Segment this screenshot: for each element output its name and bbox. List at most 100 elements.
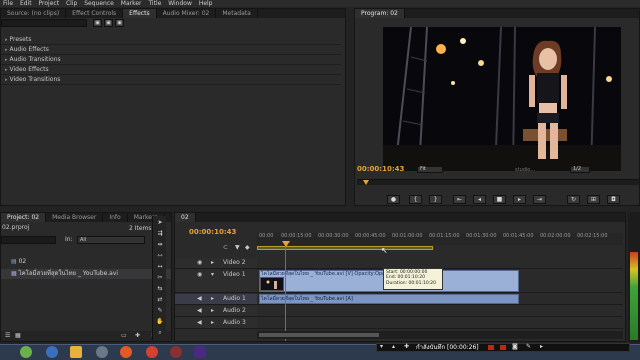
track-header-video-1[interactable]: ◉ ▾ Video 1 xyxy=(175,270,257,293)
menu-project[interactable]: Project xyxy=(39,0,60,7)
expand-icon[interactable]: ▴ xyxy=(392,343,395,350)
collapse-arrow-icon[interactable]: ▸ xyxy=(211,306,214,316)
32bit-effects-icon[interactable]: ▣ xyxy=(104,19,113,27)
track-header-audio-1[interactable]: ◀ ▸ Audio 1 xyxy=(175,294,257,305)
explorer-icon[interactable] xyxy=(70,346,82,358)
tab-effect-controls[interactable]: Effect Controls xyxy=(66,9,124,18)
pencil-icon[interactable]: ✎ xyxy=(526,343,531,350)
more-icon[interactable]: ▸ xyxy=(540,343,543,350)
razor-tool-icon[interactable]: ✂ xyxy=(155,274,165,282)
tab-sequence[interactable]: 02 xyxy=(175,213,196,222)
camera-icon[interactable]: ◙ xyxy=(512,343,518,350)
program-timecode[interactable]: 00:00:10:43 xyxy=(357,165,404,173)
step-back-icon[interactable]: ◂ xyxy=(473,195,486,204)
out-point-icon[interactable]: } xyxy=(429,195,442,204)
app-icon[interactable] xyxy=(170,346,182,358)
icon-view-icon[interactable]: ▦ xyxy=(15,332,21,339)
collapse-arrow-icon[interactable]: ▸ xyxy=(211,318,214,328)
collapse-arrow-icon[interactable]: ▸ xyxy=(211,294,214,304)
playhead-handle-icon[interactable] xyxy=(282,241,290,247)
tab-effects[interactable]: Effects xyxy=(123,9,157,18)
expand-arrow-icon[interactable]: ▾ xyxy=(211,270,214,280)
track-lane-audio-3[interactable] xyxy=(257,318,623,329)
track-header-audio-3[interactable]: ◀ ▸ Audio 3 xyxy=(175,318,257,329)
snap-icon[interactable]: ⊂ xyxy=(223,244,228,251)
menu-marker[interactable]: Marker xyxy=(121,0,142,7)
effects-search-input[interactable] xyxy=(1,19,87,27)
encore-marker-icon[interactable]: ◆ xyxy=(245,244,250,251)
ie-icon[interactable] xyxy=(46,346,58,358)
tab-media-browser[interactable]: Media Browser xyxy=(46,213,104,222)
menu-title[interactable]: Title xyxy=(148,0,161,7)
in-point-icon[interactable]: { xyxy=(409,195,422,204)
set-marker-icon[interactable]: ▼ xyxy=(235,244,240,251)
go-to-out-icon[interactable]: ⇥ xyxy=(533,195,546,204)
list-item-sequence[interactable]: ▤ 02 xyxy=(1,257,171,267)
chrome-icon[interactable] xyxy=(146,346,158,358)
timeline-scrollbar[interactable] xyxy=(257,331,623,339)
ripple-edit-tool-icon[interactable]: ⇹ xyxy=(155,241,165,249)
step-forward-icon[interactable]: ▸ xyxy=(513,195,526,204)
media-player-icon[interactable] xyxy=(96,346,108,358)
collapse-icon[interactable]: ▾ xyxy=(380,343,383,350)
pause-record-icon[interactable] xyxy=(500,345,506,350)
premiere-icon[interactable] xyxy=(194,346,206,358)
time-ruler[interactable]: 00:00 00:00:15:00 00:00:30:00 00:00:45:0… xyxy=(257,233,623,245)
scrollbar-thumb[interactable] xyxy=(259,333,379,337)
loop-icon[interactable]: ↻ xyxy=(567,195,580,204)
yuv-effects-icon[interactable]: ▣ xyxy=(115,19,124,27)
menu-edit[interactable]: Edit xyxy=(20,0,32,7)
menu-help[interactable]: Help xyxy=(199,0,213,7)
timeline-timecode[interactable]: 00:00:10:43 xyxy=(189,228,236,236)
speaker-icon[interactable]: ◀ xyxy=(197,294,202,304)
go-to-in-icon[interactable]: ⇤ xyxy=(453,195,466,204)
tab-source[interactable]: Source: (no clips) xyxy=(1,9,67,18)
scrubber-playhead-icon[interactable] xyxy=(363,180,369,185)
menu-window[interactable]: Window xyxy=(168,0,192,7)
track-lane-audio-2[interactable] xyxy=(257,306,623,317)
marker-icon[interactable]: ● xyxy=(387,195,400,204)
track-header-audio-2[interactable]: ◀ ▸ Audio 2 xyxy=(175,306,257,317)
track-select-tool-icon[interactable]: ⇶ xyxy=(155,230,165,238)
pin-icon[interactable]: ✚ xyxy=(404,343,409,350)
list-view-icon[interactable]: ☰ xyxy=(5,332,10,339)
selection-tool-icon[interactable]: ➤ xyxy=(155,219,165,227)
zoom-tool-icon[interactable]: ⌕ xyxy=(155,329,165,337)
tab-audio-mixer[interactable]: Audio Mixer: 02 xyxy=(157,9,217,18)
new-item-icon[interactable]: ✚ xyxy=(135,332,140,339)
rolling-edit-tool-icon[interactable]: ⇿ xyxy=(155,252,165,260)
play-icon[interactable]: ■ xyxy=(493,195,506,204)
program-scrubber[interactable] xyxy=(357,179,639,185)
list-item-clip[interactable]: ▦ ไคโลมี่สวยที่สุดในไทย _ YouTube.avi xyxy=(1,269,171,279)
slide-tool-icon[interactable]: ⇄ xyxy=(155,296,165,304)
project-search-input[interactable] xyxy=(1,236,56,244)
tab-info[interactable]: Info xyxy=(103,213,128,222)
stop-record-icon[interactable] xyxy=(488,345,494,350)
accelerated-effects-icon[interactable]: ▣ xyxy=(93,19,102,27)
slip-tool-icon[interactable]: ⇆ xyxy=(155,285,165,293)
eye-icon[interactable]: ◉ xyxy=(197,270,202,280)
folder-video-transitions[interactable]: Video Transitions xyxy=(1,75,341,85)
start-orb-icon[interactable] xyxy=(20,346,32,358)
safe-margins-icon[interactable]: ⊞ xyxy=(587,195,600,204)
folder-audio-transitions[interactable]: Audio Transitions xyxy=(1,55,341,65)
track-header-video-2[interactable]: ◉ ▸ Video 2 xyxy=(175,258,257,269)
folder-video-effects[interactable]: Video Effects xyxy=(1,65,341,75)
folder-audio-effects[interactable]: Audio Effects xyxy=(1,45,341,55)
export-frame-icon[interactable]: ◘ xyxy=(607,195,620,204)
tab-metadata[interactable]: Metadata xyxy=(216,9,258,18)
eye-icon[interactable]: ◉ xyxy=(197,258,202,268)
firefox-icon[interactable] xyxy=(120,346,132,358)
folder-presets[interactable]: Presets xyxy=(1,35,341,45)
rate-stretch-tool-icon[interactable]: ↔ xyxy=(155,263,165,271)
menu-file[interactable]: File xyxy=(3,0,13,7)
hand-tool-icon[interactable]: ✋ xyxy=(155,318,165,326)
speaker-icon[interactable]: ◀ xyxy=(197,318,202,328)
pen-tool-icon[interactable]: ✎ xyxy=(155,307,165,315)
fit-dropdown[interactable]: Fit xyxy=(417,166,443,173)
menu-clip[interactable]: Clip xyxy=(66,0,77,7)
speaker-icon[interactable]: ◀ xyxy=(197,306,202,316)
in-dropdown[interactable]: All xyxy=(77,236,145,244)
new-bin-icon[interactable]: ▭ xyxy=(121,332,127,339)
menu-sequence[interactable]: Sequence xyxy=(84,0,114,7)
